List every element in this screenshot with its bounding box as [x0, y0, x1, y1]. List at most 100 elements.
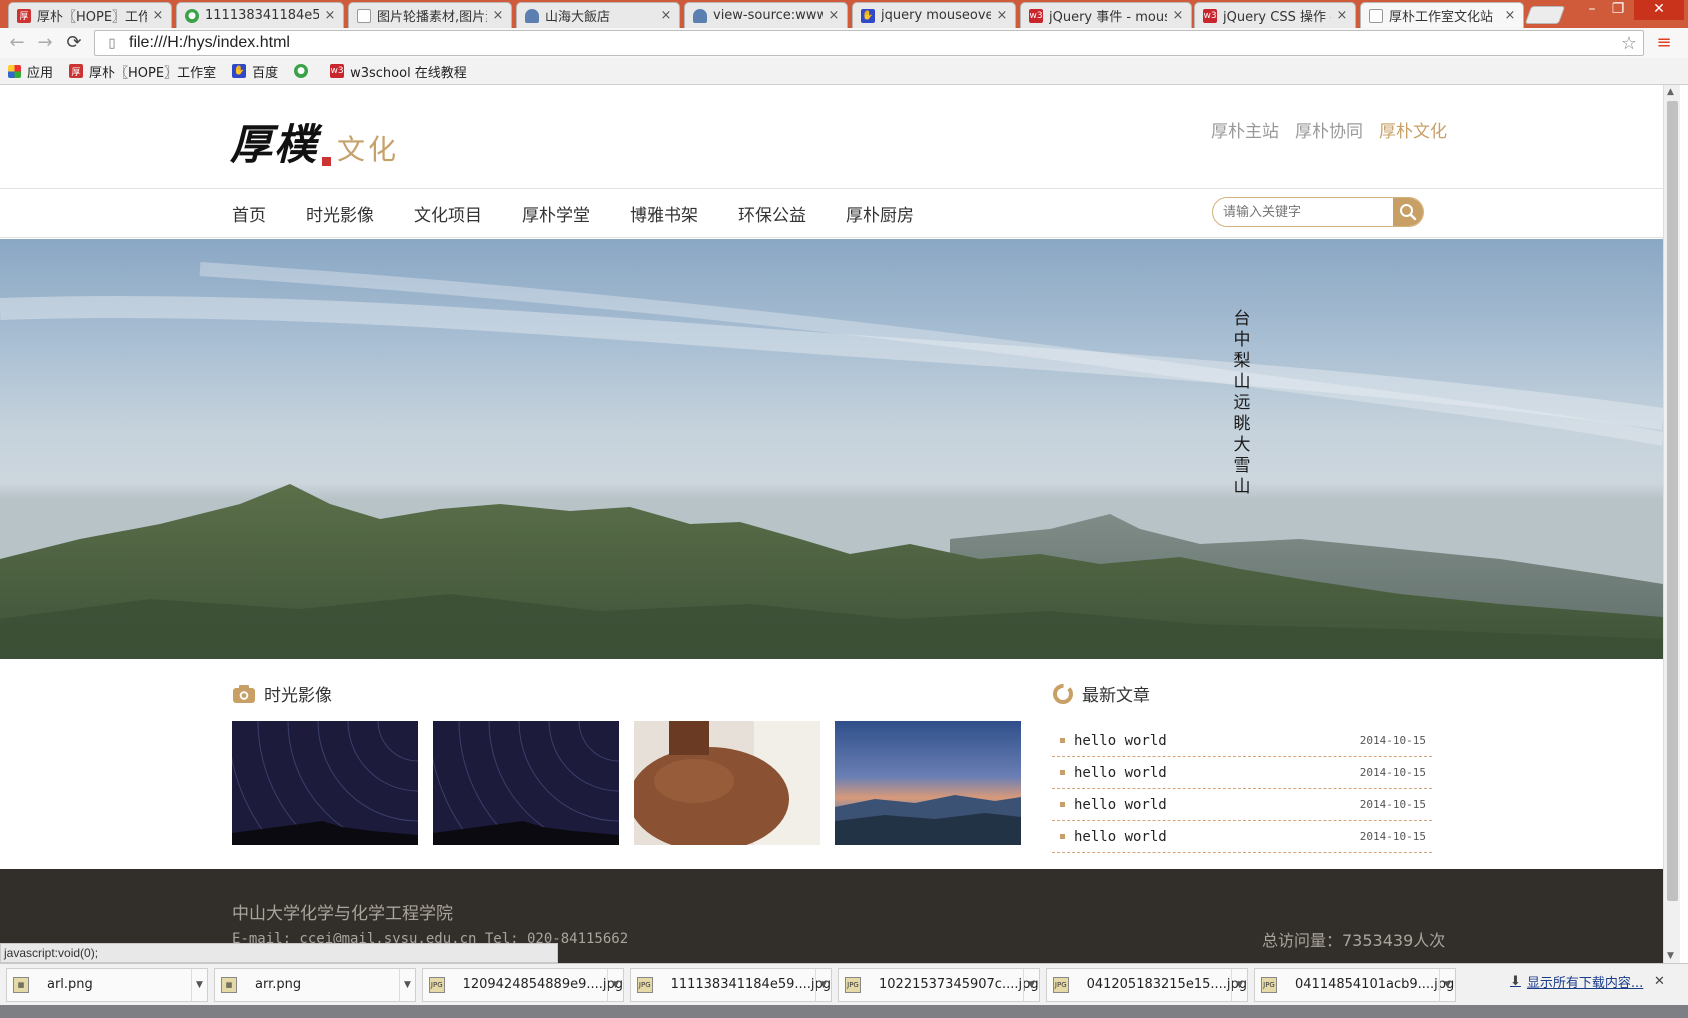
- tab-hys-active[interactable]: 厚朴工作室文化站 ×: [1360, 2, 1524, 28]
- chevron-down-icon[interactable]: ▼: [815, 968, 831, 1001]
- search-box: [1212, 197, 1424, 227]
- new-tab-button[interactable]: [1524, 6, 1566, 24]
- list-item[interactable]: hello world 2014-10-15: [1052, 757, 1432, 789]
- photos-title-text: 时光影像: [264, 686, 332, 706]
- menu-icon[interactable]: ≡: [1654, 34, 1674, 52]
- article-title[interactable]: hello world: [1074, 797, 1167, 813]
- bookmark-hope[interactable]: 厚 厚朴〖HOPE〗工作室: [69, 62, 216, 81]
- logo-seal-icon: [322, 157, 332, 166]
- w3-icon: w3: [1029, 8, 1043, 23]
- footer-organization: 中山大学化学与化学工程学院: [232, 904, 453, 924]
- close-icon[interactable]: ×: [995, 8, 1009, 23]
- show-all-downloads-link[interactable]: ⬇ 显示所有下载内容...: [1510, 972, 1643, 991]
- bullet-icon: [1060, 802, 1065, 807]
- download-filename: 1209424854889e9....jpg: [462, 977, 623, 992]
- close-icon[interactable]: ×: [827, 8, 841, 23]
- close-icon[interactable]: ×: [1335, 8, 1349, 23]
- chevron-down-icon[interactable]: ▼: [191, 968, 207, 1001]
- forward-button[interactable]: →: [34, 32, 56, 54]
- download-item[interactable]: JPG 111138341184e59....jpg ▼: [630, 967, 832, 1002]
- wechat-icon: ●: [294, 64, 309, 78]
- close-icon[interactable]: ×: [491, 8, 505, 23]
- close-icon[interactable]: ×: [1503, 8, 1517, 23]
- jpg-file-icon: JPG: [845, 976, 861, 993]
- article-title[interactable]: hello world: [1074, 829, 1167, 845]
- download-item[interactable]: JPG 04114854101acb9....jpg ▼: [1254, 967, 1456, 1002]
- tab-hope[interactable]: 厚 厚朴〖HOPE〗工作室 ×: [8, 2, 172, 28]
- download-item[interactable]: JPG 10221537345907c....jpg ▼: [838, 967, 1040, 1002]
- baidu-icon: ✋: [861, 8, 875, 23]
- bookmark-w3school[interactable]: w3 w3school 在线教程: [330, 62, 467, 81]
- photo-thumb-teapot[interactable]: [634, 721, 820, 845]
- page-icon: [357, 8, 371, 23]
- photo-thumb-dusk-hills[interactable]: [835, 721, 1021, 845]
- download-item[interactable]: JPG 041205183215e15....jpg ▼: [1046, 967, 1248, 1002]
- chevron-down-icon[interactable]: ▼: [607, 968, 623, 1001]
- bullet-icon: [1060, 738, 1065, 743]
- page-scrollbar[interactable]: ▲ ▼: [1663, 85, 1680, 963]
- close-window-button[interactable]: ✕: [1634, 0, 1684, 20]
- bookmark-label: 厚朴〖HOPE〗工作室: [89, 65, 217, 81]
- tab-jquery-mouseover[interactable]: ✋ jquery mouseover_i ×: [852, 2, 1016, 28]
- close-icon[interactable]: ×: [323, 8, 337, 23]
- address-bar[interactable]: ▯ file:///H:/hys/index.html ☆: [94, 30, 1644, 56]
- download-item[interactable]: ▦ arr.png ▼: [214, 967, 416, 1002]
- close-icon[interactable]: ×: [659, 8, 673, 23]
- list-item[interactable]: hello world 2014-10-15: [1052, 789, 1432, 821]
- article-title[interactable]: hello world: [1074, 733, 1167, 749]
- bookmark-star-icon[interactable]: ☆: [1621, 33, 1637, 54]
- minimize-button[interactable]: –: [1580, 0, 1604, 20]
- top-link-culture[interactable]: 厚朴文化: [1379, 117, 1447, 142]
- nav-item-kitchen[interactable]: 厚朴厨房: [846, 201, 914, 226]
- close-icon[interactable]: ×: [1171, 8, 1185, 23]
- article-date: 2014-10-15: [1359, 766, 1426, 779]
- scroll-down-icon[interactable]: ▼: [1667, 951, 1674, 961]
- list-item[interactable]: hello world 2014-10-15: [1052, 821, 1432, 853]
- status-bar: javascript:void(0);: [0, 943, 558, 963]
- reload-button[interactable]: ⟳: [63, 32, 85, 54]
- tab-jquery-events[interactable]: w3 jQuery 事件 - mouse ×: [1020, 2, 1192, 28]
- download-filename: arr.png: [255, 977, 302, 992]
- tab-hotel[interactable]: 山海大飯店 ×: [516, 2, 680, 28]
- download-item[interactable]: JPG 1209424854889e9....jpg ▼: [422, 967, 624, 1002]
- nav-item-school[interactable]: 厚朴学堂: [522, 201, 590, 226]
- restore-button[interactable]: ❐: [1606, 0, 1630, 20]
- photo-thumb-star-trails-2[interactable]: [433, 721, 619, 845]
- scroll-up-icon[interactable]: ▲: [1667, 87, 1674, 97]
- chevron-down-icon[interactable]: ▼: [1231, 968, 1247, 1001]
- hope-icon: 厚: [69, 64, 84, 78]
- tab-label: 厚朴工作室文化站: [1389, 10, 1494, 25]
- site-logo[interactable]: 厚樸 文化: [230, 111, 399, 172]
- article-title[interactable]: hello world: [1074, 765, 1167, 781]
- chevron-down-icon[interactable]: ▼: [1023, 968, 1039, 1001]
- list-item[interactable]: hello world 2014-10-15: [1052, 725, 1432, 757]
- close-icon[interactable]: ×: [151, 8, 165, 23]
- photo-thumb-star-trails-1[interactable]: [232, 721, 418, 845]
- nav-item-home[interactable]: 首页: [232, 201, 266, 226]
- nav-item-photos[interactable]: 时光影像: [306, 201, 374, 226]
- search-input[interactable]: [1213, 198, 1393, 226]
- tab-jquery-css[interactable]: w3 jQuery CSS 操作 - c ×: [1194, 2, 1356, 28]
- search-button[interactable]: [1393, 198, 1423, 226]
- nav-item-projects[interactable]: 文化项目: [414, 201, 482, 226]
- page-icon: ▯: [108, 35, 116, 51]
- chevron-down-icon[interactable]: ▼: [1439, 968, 1455, 1001]
- nav-item-charity[interactable]: 环保公益: [738, 201, 806, 226]
- tab-view-source[interactable]: view-source:www.sk ×: [684, 2, 848, 28]
- scrollbar-thumb[interactable]: [1667, 101, 1678, 901]
- nav-item-books[interactable]: 博雅书架: [630, 201, 698, 226]
- chevron-down-icon[interactable]: ▼: [399, 968, 415, 1001]
- back-button[interactable]: ←: [6, 32, 28, 54]
- jpg-file-icon: JPG: [429, 976, 445, 993]
- tab-wechat[interactable]: ● 111138341184e593 ×: [176, 2, 344, 28]
- bookmark-wechat[interactable]: ●: [294, 64, 314, 78]
- tab-strip: 厚 厚朴〖HOPE〗工作室 × ● 111138341184e593 × 图片轮…: [0, 0, 1688, 28]
- top-link-main-site[interactable]: 厚朴主站: [1211, 117, 1279, 142]
- tab-image-material[interactable]: 图片轮播素材,图片素材 ×: [348, 2, 512, 28]
- download-item[interactable]: ▦ arl.png ▼: [6, 967, 208, 1002]
- bookmark-apps[interactable]: 应用: [8, 62, 53, 81]
- mountain-landscape: [0, 262, 1663, 659]
- bookmark-baidu[interactable]: ✋ 百度: [232, 62, 278, 81]
- top-link-collab[interactable]: 厚朴协同: [1295, 117, 1363, 142]
- close-icon[interactable]: ✕: [1654, 974, 1665, 989]
